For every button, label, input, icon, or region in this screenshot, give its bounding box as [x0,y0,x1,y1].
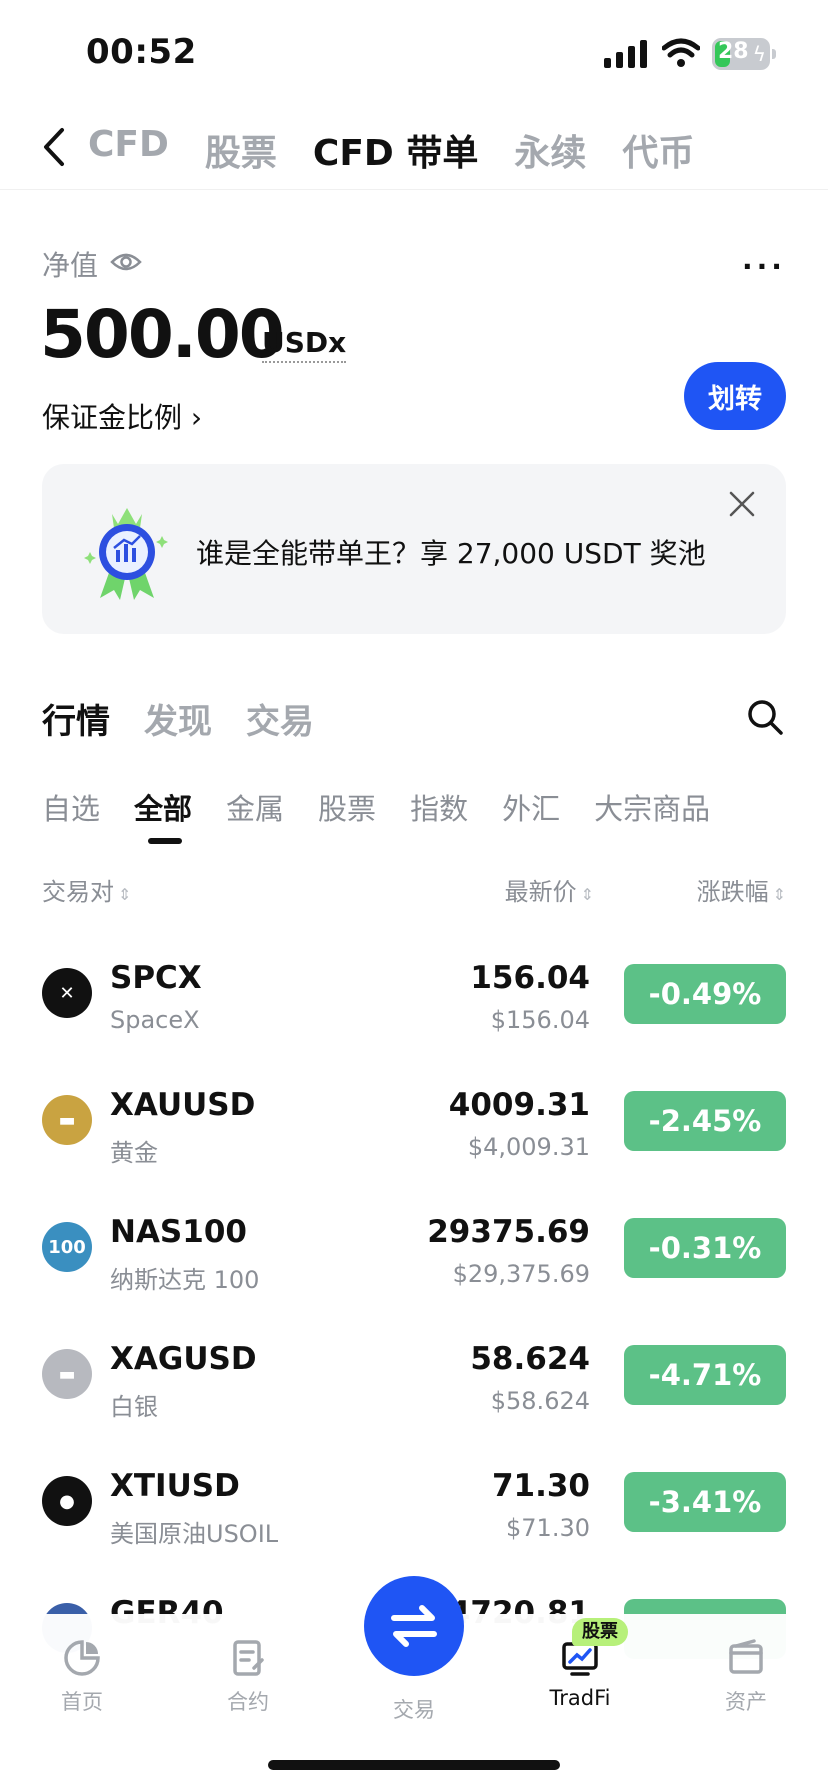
nav-home[interactable]: 首页 [22,1638,142,1716]
row-price: 58.624 [470,1341,590,1377]
row-price: 156.04 [470,960,590,996]
status-time: 00:52 [86,32,197,72]
sort-arrows-icon: ⇕ [118,885,132,904]
tab-market[interactable]: 行情 [42,694,110,743]
section-tabs: 行情 发现 交易 [42,694,314,743]
row-name: 白银 [110,1393,158,1421]
net-value-unit[interactable]: USDx [262,326,347,363]
row-symbol: XAGUSD [110,1341,257,1377]
more-options-icon[interactable]: ··· [742,250,786,283]
list-header: 交易对 ⇕ 最新价 ⇕ 涨跌幅 ⇕ [0,872,828,912]
swap-arrows-icon [391,1605,437,1647]
tab-discover[interactable]: 发现 [144,694,212,743]
stocks-tag-badge: 股票 [572,1618,628,1646]
sort-pair[interactable]: 交易对 ⇕ [42,872,131,907]
sort-arrows-icon: ⇕ [580,885,594,904]
table-row[interactable]: ▬ XAUUSD 黄金 4009.31 $4,009.31 -2.45% [0,1063,828,1190]
active-tab-indicator [148,838,182,844]
search-icon[interactable] [746,698,784,736]
row-change-badge[interactable]: -0.31% [624,1218,786,1278]
top-nav: CFD 股票 CFD 带单 永续 代币 [0,104,828,190]
sort-change[interactable]: 涨跌幅 ⇕ [697,872,786,907]
row-price: 71.30 [491,1468,590,1504]
trade-swap-button[interactable] [364,1576,464,1676]
row-name: 美国原油USOIL [110,1520,279,1548]
row-change-badge[interactable]: -2.45% [624,1091,786,1151]
row-usd-price: $71.30 [506,1514,590,1542]
tab-category-stocks[interactable]: 股票 [318,786,376,828]
row-usd-price: $58.624 [490,1387,590,1415]
tab-stocks[interactable]: 股票 [205,124,277,176]
row-symbol: XAUUSD [110,1087,256,1123]
net-value: 500.00 [40,296,285,373]
cellular-signal-icon [604,40,647,68]
sort-price[interactable]: 最新价 ⇕ [505,872,594,907]
nav-tradfi[interactable]: TradFi [520,1638,640,1710]
nav-contracts[interactable]: 合约 [188,1638,308,1716]
row-usd-price: $156.04 [490,1006,590,1034]
sort-arrows-icon: ⇕ [772,885,786,904]
tab-watchlist[interactable]: 自选 [42,786,100,828]
nav-trade-label: 交易 [393,1698,435,1722]
eye-icon[interactable] [110,250,142,274]
row-symbol: XTIUSD [110,1468,240,1504]
margin-ratio-link[interactable]: 保证金比例 › [42,396,202,436]
row-change-badge[interactable]: -4.71% [624,1345,786,1405]
silver-bar-icon: ▬ [42,1349,92,1399]
row-usd-price: $29,375.69 [452,1260,590,1288]
close-icon[interactable] [728,490,756,518]
tab-tokens[interactable]: 代币 [622,124,694,176]
row-price: 4009.31 [448,1087,590,1123]
back-chevron-icon[interactable] [38,126,70,168]
category-tabs: 自选 全部 金属 股票 指数 外汇 大宗商品 [42,786,710,828]
row-change-badge[interactable]: -0.49% [624,964,786,1024]
nas100-icon: 100 [42,1222,92,1272]
tab-cfd-copy-trading[interactable]: CFD 带单 [313,124,478,176]
tab-cfd[interactable]: CFD [88,124,169,176]
row-symbol: NAS100 [110,1214,247,1250]
top-tabs: CFD 股票 CFD 带单 永续 代币 [88,124,694,176]
row-symbol: SPCX [110,960,202,996]
row-name: 黄金 [110,1139,158,1167]
row-name: 纳斯达克 100 [110,1266,260,1294]
oil-drop-icon: ● [42,1476,92,1526]
battery-icon: 28 ϟ [712,38,776,70]
trophy-badge-icon [84,508,168,600]
tab-commodities[interactable]: 大宗商品 [594,786,710,828]
table-row[interactable]: ● XTIUSD 美国原油USOIL 71.30 $71.30 -3.41% [0,1444,828,1571]
row-price: 29375.69 [427,1214,590,1250]
nav-assets[interactable]: 资产 [686,1638,806,1716]
transfer-button[interactable]: 划转 [684,362,786,430]
table-row[interactable]: ▬ XAGUSD 白银 58.624 $58.624 -4.71% [0,1317,828,1444]
tab-perpetual[interactable]: 永续 [514,124,586,176]
battery-level: 28 [718,39,749,64]
charging-bolt-icon: ϟ [752,42,766,66]
tab-trade[interactable]: 交易 [246,694,314,743]
wallet-icon [729,1639,763,1674]
promo-banner[interactable]: 谁是全能带单王？享 27,000 USDT 奖池 [42,464,786,634]
tab-forex[interactable]: 外汇 [502,786,560,828]
banner-text: 谁是全能带单王？享 27,000 USDT 奖池 [196,537,706,570]
home-indicator [268,1760,560,1770]
contract-document-icon [233,1640,264,1676]
spacex-icon: ✕ [42,968,92,1018]
row-change-badge[interactable]: -3.41% [624,1472,786,1532]
gold-bar-icon: ▬ [42,1095,92,1145]
net-value-label: 净值 [42,249,99,282]
home-icon [64,1640,100,1676]
wifi-icon [662,38,700,67]
tab-all[interactable]: 全部 [134,786,192,828]
table-row[interactable]: ✕ SPCX SpaceX 156.04 $156.04 -0.49% [0,936,828,1063]
row-usd-price: $4,009.31 [467,1133,590,1161]
table-row[interactable]: 100 NAS100 纳斯达克 100 29375.69 $29,375.69 … [0,1190,828,1317]
tab-indices[interactable]: 指数 [410,786,468,828]
status-bar: 00:52 28 ϟ [0,0,828,100]
row-name: SpaceX [110,1006,200,1034]
tab-metals[interactable]: 金属 [226,786,284,828]
